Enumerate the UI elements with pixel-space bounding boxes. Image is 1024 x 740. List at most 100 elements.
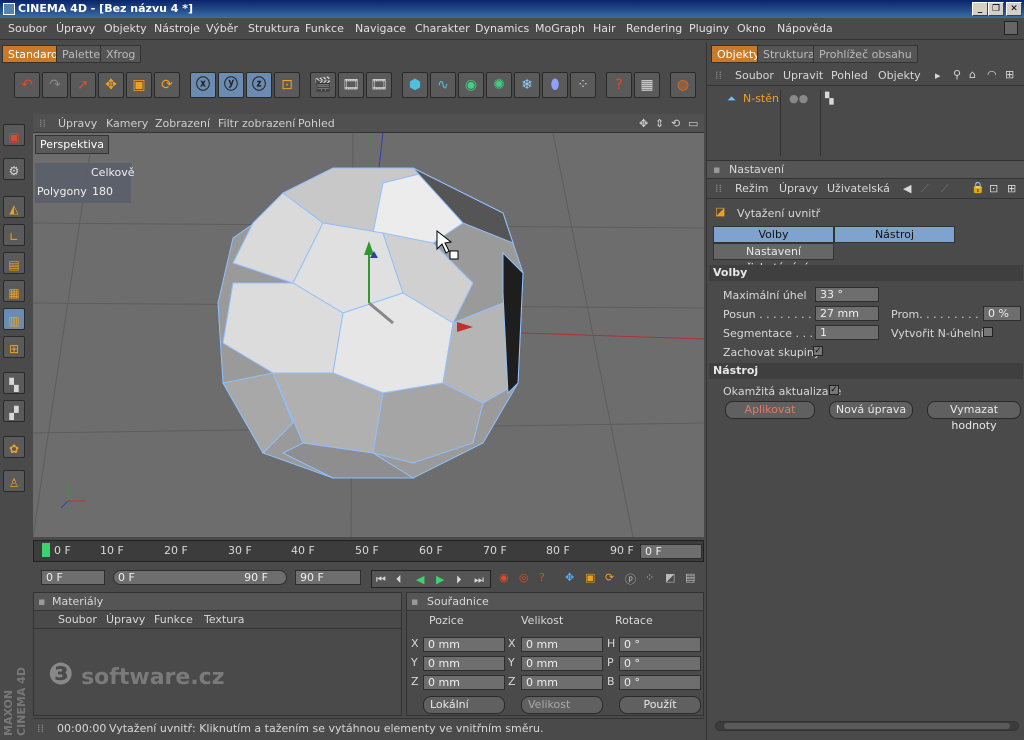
- pan-icon[interactable]: ✥: [639, 117, 648, 130]
- up-arrow-icon[interactable]: ⟋: [921, 182, 929, 196]
- render-settings-button[interactable]: 🎞: [366, 72, 392, 98]
- play-back-icon[interactable]: ◀: [416, 573, 424, 586]
- segments-field[interactable]: 1: [815, 325, 879, 340]
- timeline-button[interactable]: ▦: [634, 72, 660, 98]
- dolly-icon[interactable]: ⇕: [655, 117, 664, 130]
- menu-upravy[interactable]: Úpravy: [56, 22, 95, 35]
- key-pla-icon[interactable]: ⁘: [645, 571, 654, 584]
- key-options-icon[interactable]: ▤: [685, 571, 695, 584]
- keyframe-help-icon[interactable]: ?: [539, 571, 545, 584]
- coord-mode-dropdown[interactable]: Lokální: [423, 696, 505, 714]
- apply-button[interactable]: Aplikovat: [725, 401, 815, 419]
- menu-napoveda[interactable]: Nápověda: [777, 22, 833, 35]
- new-window-icon[interactable]: ⊞: [1007, 182, 1016, 195]
- rot-b-field[interactable]: 0 °: [619, 675, 701, 690]
- web-button[interactable]: ◍: [670, 72, 696, 98]
- tab-prohlizec[interactable]: Prohlížeč obsahu: [813, 45, 918, 63]
- new-manager-icon[interactable]: ⊡: [989, 182, 998, 195]
- tab-struktura[interactable]: Struktura: [757, 45, 821, 63]
- scrollbar-thumb[interactable]: [724, 723, 1010, 729]
- current-frame-field[interactable]: 0 F: [640, 544, 702, 559]
- scale-tool-button[interactable]: ▣: [126, 72, 152, 98]
- viewport-menu-upravy[interactable]: Úpravy: [58, 117, 97, 130]
- y-axis-button[interactable]: ⓨ: [218, 72, 244, 98]
- menu-struktura[interactable]: Struktura: [248, 22, 300, 35]
- keep-groups-checkbox[interactable]: ✓: [813, 346, 823, 356]
- goto-start-icon[interactable]: ⏮: [376, 573, 386, 587]
- redo-button[interactable]: ↷: [42, 72, 68, 98]
- key-rotation-icon[interactable]: ⟳: [605, 571, 614, 584]
- materials-menu-funkce[interactable]: Funkce: [154, 613, 193, 626]
- obj-menu-soubor[interactable]: Soubor: [735, 69, 774, 82]
- spline-button[interactable]: ∿: [430, 72, 456, 98]
- timeline-playhead[interactable]: [42, 543, 50, 557]
- step-back-icon[interactable]: ⏴: [396, 573, 402, 587]
- menu-dynamics[interactable]: Dynamics: [475, 22, 529, 35]
- object-row-nsten[interactable]: ⏶ N-stěn: [715, 90, 781, 108]
- character-button[interactable]: ♙: [3, 470, 25, 492]
- render-picture-viewer-button[interactable]: 🎞: [338, 72, 364, 98]
- menu-funkce[interactable]: Funkce: [305, 22, 344, 35]
- tab-xfrog[interactable]: Xfrog: [100, 45, 142, 63]
- autokey-icon[interactable]: ◎: [519, 571, 529, 584]
- attr-menu-rezim[interactable]: Režim: [735, 182, 768, 195]
- z-axis-button[interactable]: ⓩ: [246, 72, 272, 98]
- lock-icon[interactable]: 🔒: [971, 181, 985, 194]
- materials-menu-upravy[interactable]: Úpravy: [106, 613, 145, 626]
- use-model-button[interactable]: ▣: [3, 124, 25, 146]
- materials-menu-textura[interactable]: Textura: [204, 613, 244, 626]
- key-param-icon[interactable]: ⓟ: [625, 571, 636, 587]
- array-button[interactable]: ✺: [486, 72, 512, 98]
- menu-rendering[interactable]: Rendering: [626, 22, 682, 35]
- max-angle-field[interactable]: 33 °: [815, 287, 879, 302]
- obj-menu-upravit[interactable]: Upravit: [783, 69, 823, 82]
- undo-button[interactable]: ↶: [14, 72, 40, 98]
- menu-vyber[interactable]: Výběr: [206, 22, 238, 35]
- frame-range-slider[interactable]: 0 F 90 F: [113, 570, 287, 585]
- menu-hair[interactable]: Hair: [593, 22, 616, 35]
- timeline[interactable]: 0 F 10 F 20 F 30 F 40 F 50 F 60 F 70 F 8…: [33, 540, 704, 562]
- start-frame-field[interactable]: 0 F: [41, 570, 105, 585]
- move-tool-button[interactable]: ✥: [98, 72, 124, 98]
- paint-button[interactable]: ✿: [3, 436, 25, 458]
- step-forward-icon[interactable]: ⏵: [456, 573, 462, 587]
- deformer-button[interactable]: ❄: [514, 72, 540, 98]
- obj-menu-pohled[interactable]: Pohled: [831, 69, 868, 82]
- pos-x-field[interactable]: 0 mm: [423, 637, 505, 652]
- viewport-label[interactable]: Perspektiva: [35, 135, 110, 154]
- back-arrow-icon[interactable]: ◀: [903, 182, 911, 195]
- nurbs-button[interactable]: ◉: [458, 72, 484, 98]
- axis-mode-button[interactable]: ⊞: [3, 336, 25, 358]
- attr-menu-uzivatelska[interactable]: Uživatelská: [827, 182, 890, 195]
- rot-p-field[interactable]: 0 °: [619, 656, 701, 671]
- tab-snap-settings[interactable]: Nastavení přichytávání: [713, 243, 834, 274]
- particle-button[interactable]: ⁘: [570, 72, 596, 98]
- maximize-button[interactable]: ❐: [988, 2, 1004, 16]
- new-view-icon[interactable]: ⊞: [1005, 68, 1014, 81]
- menu-soubor[interactable]: Soubor: [8, 22, 47, 35]
- obj-menu-objekty[interactable]: Objekty: [878, 69, 921, 82]
- home-icon[interactable]: ⌂: [969, 68, 976, 81]
- materials-menu-soubor[interactable]: Soubor: [58, 613, 97, 626]
- eye-icon[interactable]: ◠: [987, 68, 997, 81]
- tab-standard[interactable]: Standard: [2, 45, 65, 63]
- offset-field[interactable]: 27 mm: [815, 306, 879, 321]
- attr-menu-upravy[interactable]: Úpravy: [779, 182, 818, 195]
- menu-navigace[interactable]: Navigace: [355, 22, 406, 35]
- size-mode-dropdown[interactable]: Velikost: [521, 696, 603, 714]
- end-frame-field[interactable]: 90 F: [295, 570, 361, 585]
- texture-tag-icon[interactable]: ▚: [825, 92, 833, 105]
- rotate-tool-button[interactable]: ⟳: [154, 72, 180, 98]
- orbit-icon[interactable]: ⟲: [671, 117, 680, 130]
- menu-nastroje[interactable]: Nástroje: [154, 22, 200, 35]
- use-points-button[interactable]: ◭: [3, 196, 25, 218]
- x-axis-button[interactable]: ⓧ: [190, 72, 216, 98]
- search-icon[interactable]: ⚲: [953, 68, 961, 81]
- horizontal-scrollbar[interactable]: [715, 721, 1019, 731]
- goto-end-icon[interactable]: ⏭: [474, 573, 484, 587]
- pos-z-field[interactable]: 0 mm: [423, 675, 505, 690]
- menu-objekty[interactable]: Objekty: [104, 22, 147, 35]
- menu-pluginy[interactable]: Pluginy: [689, 22, 729, 35]
- rot-h-field[interactable]: 0 °: [619, 637, 701, 652]
- use-object-button[interactable]: ⚙: [3, 158, 25, 180]
